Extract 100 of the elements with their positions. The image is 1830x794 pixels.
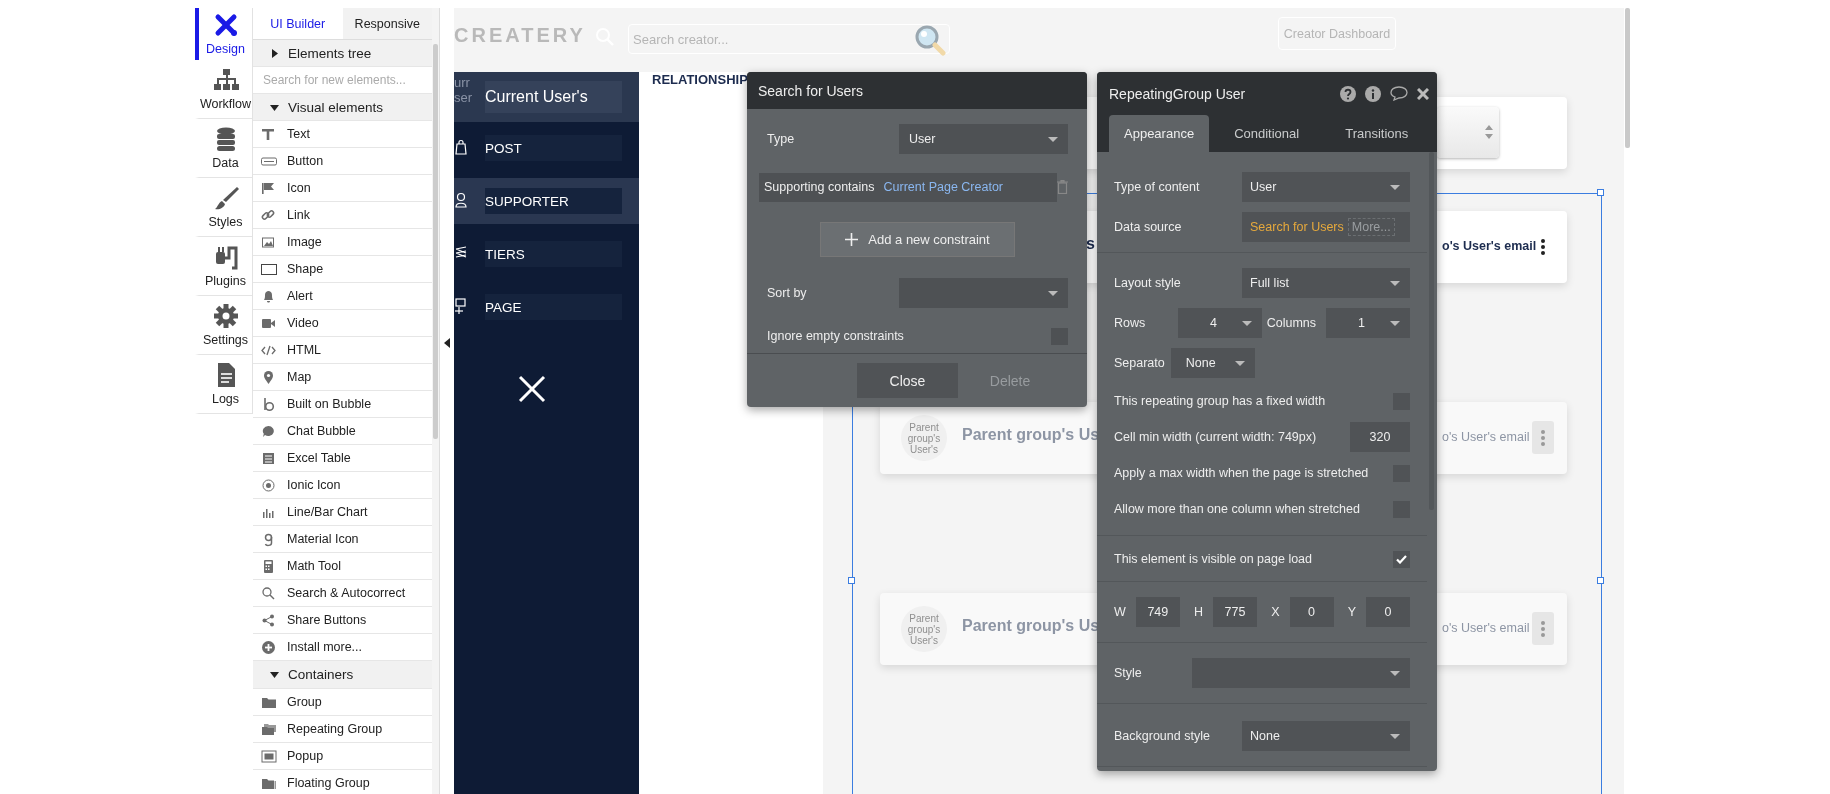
resize-handle[interactable]: [848, 577, 855, 584]
field-label: Separato: [1114, 356, 1165, 370]
constraint-field[interactable]: Supporting contains Current Page Creator: [759, 172, 1057, 202]
field-label: H: [1193, 605, 1203, 619]
menu-item[interactable]: POST: [485, 135, 622, 161]
field-label: Columns: [1266, 316, 1316, 330]
user-email: o's User's email: [1442, 239, 1537, 253]
element-item[interactable]: Repeating Group: [253, 716, 433, 743]
field-label: Y: [1347, 605, 1356, 619]
field-label: Apply a max width when the page is stretched: [1114, 466, 1369, 480]
avatar-alt-text: Parent group's User's: [906, 421, 942, 455]
target-icon: [261, 477, 277, 493]
menu-item[interactable]: PAGE: [485, 294, 622, 320]
info-icon: [1365, 85, 1381, 102]
menu-item[interactable]: SUPPORTER: [485, 188, 622, 214]
menu-title: Current User's: [485, 81, 622, 113]
search-icon: [261, 585, 277, 601]
dropdown-field[interactable]: [899, 278, 1068, 308]
avatar-alt-text: Parent group's User's: [906, 612, 942, 646]
field-label: Type of content: [1114, 180, 1200, 194]
dropdown-field[interactable]: [1437, 107, 1499, 158]
element-item[interactable]: Group: [253, 689, 433, 716]
add-page-icon: [455, 298, 467, 314]
element-item[interactable]: Map: [253, 364, 433, 391]
plus-icon: [845, 233, 859, 246]
person-icon: [455, 192, 467, 208]
close-button[interactable]: [1417, 87, 1429, 100]
help-icon: [1340, 85, 1356, 102]
checkbox[interactable]: [1393, 550, 1410, 568]
gear-icon: [212, 303, 239, 329]
section-header[interactable]: Elements tree: [253, 40, 433, 67]
sitemap-icon: [212, 67, 239, 93]
dropdown-field[interactable]: [1192, 658, 1410, 688]
element-item[interactable]: Button: [253, 148, 433, 175]
comment-button[interactable]: [1390, 86, 1408, 101]
dropdown-field[interactable]: User: [1242, 172, 1410, 202]
popup-title: Search for Users: [747, 72, 1087, 109]
panel-tab[interactable]: Conditional: [1219, 115, 1315, 152]
help-button[interactable]: [1340, 85, 1356, 102]
bag-icon: [455, 139, 467, 155]
field-label: Data source: [1114, 220, 1182, 234]
element-item[interactable]: Icon: [253, 175, 433, 202]
element-item[interactable]: Math Tool: [253, 553, 433, 580]
dropdown-field[interactable]: User: [899, 124, 1068, 154]
section-heading: RELATIONSHIP: [652, 72, 748, 87]
field-label: Ignore empty constraints: [767, 329, 904, 343]
dropdown-field[interactable]: Full list: [1242, 268, 1410, 298]
dropdown-field[interactable]: 4: [1178, 308, 1262, 338]
add-icon: [261, 639, 277, 655]
nav-tab[interactable]: Settings: [195, 296, 252, 355]
brush-icon: [212, 185, 239, 211]
element-item[interactable]: Excel Table: [253, 445, 433, 472]
number-field[interactable]: 0: [1366, 597, 1410, 627]
field-label: This repeating group has a fixed width: [1114, 394, 1326, 408]
number-field[interactable]: 0: [1289, 597, 1334, 627]
caret-down-icon: [270, 670, 279, 679]
element-item[interactable]: Chat Bubble: [253, 418, 433, 445]
resize-handle[interactable]: [1597, 577, 1604, 584]
nav-tab[interactable]: Plugins: [195, 237, 252, 296]
section-header[interactable]: Visual elements: [253, 94, 433, 121]
number-field[interactable]: 749: [1135, 597, 1180, 627]
close-icon: [1417, 87, 1429, 100]
nav-tab[interactable]: Logs: [195, 355, 252, 414]
field-label: Rows: [1114, 316, 1147, 330]
kebab-icon: [1541, 620, 1545, 637]
field-label: Sort by: [767, 286, 807, 300]
nav-tab[interactable]: Styles: [195, 178, 252, 237]
section-header[interactable]: Containers: [253, 661, 433, 689]
resize-handle[interactable]: [1597, 189, 1604, 196]
add-constraint-button[interactable]: Add a new constraint: [820, 222, 1015, 257]
rectangle-icon: [261, 261, 277, 277]
close-icon: [518, 375, 546, 403]
caret-down-icon: [1390, 670, 1400, 676]
field-label: Cell min width (current width: 749px): [1114, 430, 1317, 444]
panel-tab[interactable]: Transitions: [1330, 115, 1424, 152]
element-item[interactable]: Video: [253, 310, 433, 337]
user-email: o's User's email: [1442, 621, 1530, 635]
number-field[interactable]: 320: [1350, 422, 1410, 452]
close-button[interactable]: Close: [857, 363, 958, 398]
dropdown-field[interactable]: None: [1242, 721, 1410, 751]
field-label: X: [1271, 605, 1280, 619]
link-icon: [261, 207, 277, 223]
number-field[interactable]: 775: [1213, 597, 1257, 627]
data-source-field[interactable]: Search for Users More...: [1242, 212, 1410, 242]
nav-tab[interactable]: Workflow: [195, 60, 252, 119]
menu-item[interactable]: TIERS: [485, 241, 622, 267]
caret-down-icon: [1390, 184, 1400, 190]
dropdown-field[interactable]: 1: [1326, 308, 1410, 338]
collapse-arrow-icon: [444, 338, 450, 348]
info-button[interactable]: [1365, 85, 1381, 102]
logo: CREATERY: [454, 24, 586, 47]
element-item[interactable]: Image: [253, 229, 433, 256]
panel-tab[interactable]: Appearance: [1109, 115, 1210, 152]
trash-icon: [1057, 180, 1068, 194]
image-icon: [261, 234, 277, 250]
panel-tab[interactable]: Responsive: [342, 8, 433, 39]
flag-icon: [261, 180, 277, 196]
dropdown-field[interactable]: None: [1170, 348, 1255, 378]
nav-tab[interactable]: Data: [195, 119, 252, 178]
element-item[interactable]: Popup: [253, 743, 433, 770]
